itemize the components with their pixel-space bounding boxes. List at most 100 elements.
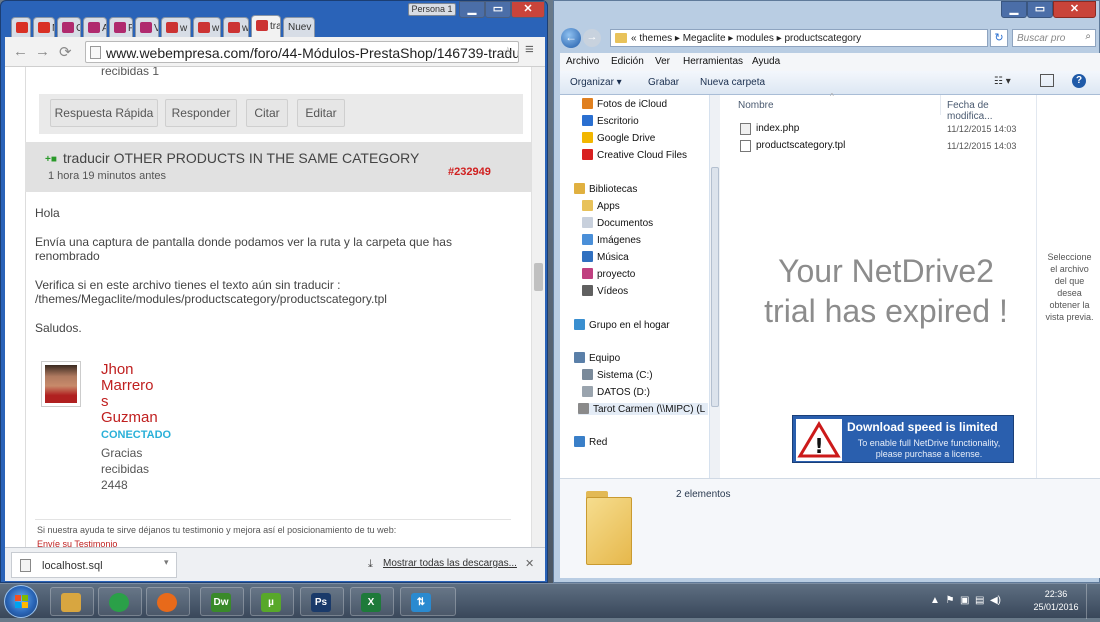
browser-tab[interactable]: M: [11, 17, 31, 37]
reply-button[interactable]: Responder: [165, 99, 237, 127]
view-options-icon[interactable]: ☷ ▾: [994, 76, 1011, 87]
author-name[interactable]: Jhon Marrero s Guzman: [101, 362, 158, 426]
browser-tab[interactable]: w A: [223, 17, 249, 37]
preview-pane-icon[interactable]: [1040, 74, 1054, 87]
browser-tab[interactable]: tra: [251, 15, 281, 37]
minimize-button[interactable]: ▁: [1001, 1, 1027, 18]
page-scrollbar[interactable]: [531, 67, 545, 547]
chevron-down-icon[interactable]: ▾: [164, 557, 169, 568]
nav-scrollbar[interactable]: [710, 95, 720, 478]
menu-item[interactable]: Edición: [611, 56, 644, 67]
scrollbar-thumb[interactable]: [534, 263, 543, 291]
preview-pane: Seleccione el archivo del que desea obtener …: [1036, 95, 1100, 478]
taskbar-button[interactable]: Dw: [200, 587, 244, 616]
nav-item[interactable]: Sistema (C:): [582, 369, 653, 381]
browser-tab[interactable]: A: [83, 17, 107, 37]
nav-item[interactable]: Creative Cloud Files: [582, 149, 687, 161]
nav-item-label: Fotos de iCloud: [597, 99, 668, 110]
nav-item[interactable]: Vídeos: [582, 285, 628, 297]
nav-item[interactable]: Red: [574, 436, 607, 448]
favicon-icon: [16, 22, 28, 33]
browser-tab[interactable]: M hi: [33, 17, 55, 37]
tab-label: Nuev: [288, 22, 312, 33]
address-bar[interactable]: « themes ▸ Megaclite ▸ modules ▸ product…: [610, 29, 988, 47]
netdrive-watermark: Your NetDrive2 trial has expired !: [764, 253, 1008, 329]
start-button[interactable]: [4, 585, 38, 618]
nav-item[interactable]: Música: [582, 251, 629, 263]
nav-item[interactable]: Google Drive: [582, 132, 655, 144]
burn-button[interactable]: Grabar: [648, 77, 679, 88]
taskbar-button[interactable]: µ: [250, 587, 294, 616]
file-row[interactable]: index.php 11/12/2015 14:03: [738, 121, 1036, 137]
nav-item[interactable]: Bibliotecas: [574, 183, 637, 195]
nav-item[interactable]: Escritorio: [582, 115, 639, 127]
nav-item[interactable]: Documentos: [582, 217, 653, 229]
details-pane: 2 elementos: [560, 478, 1100, 578]
browser-tab[interactable]: w R: [193, 17, 221, 37]
nav-item[interactable]: Tarot Carmen (\\MIPC) (L: [578, 403, 708, 415]
back-icon[interactable]: ←: [561, 28, 581, 48]
folder-icon: [586, 491, 636, 569]
menu-item[interactable]: Herramientas: [683, 56, 743, 67]
back-icon[interactable]: ←: [13, 43, 28, 60]
nav-item[interactable]: proyecto: [582, 268, 635, 280]
menu-item[interactable]: Ayuda: [752, 56, 780, 67]
quote-button[interactable]: Citar: [246, 99, 288, 127]
taskbar-button[interactable]: Ps: [300, 587, 344, 616]
download-item[interactable]: localhost.sql ▾: [11, 552, 177, 578]
nav-item[interactable]: Apps: [582, 200, 620, 212]
testimonial-link[interactable]: Envíe su Testimonio: [37, 539, 127, 547]
browser-tab[interactable]: w V: [161, 17, 191, 37]
close-downloads-icon[interactable]: ✕: [525, 557, 534, 570]
nav-item[interactable]: Imágenes: [582, 234, 641, 246]
item-count: 2 elementos: [676, 489, 731, 500]
new-folder-button[interactable]: Nueva carpeta: [700, 77, 765, 88]
star-icon[interactable]: ☆: [502, 44, 514, 60]
reload-icon[interactable]: ⟳: [59, 43, 72, 61]
taskbar-button[interactable]: [146, 587, 190, 616]
help-icon[interactable]: ?: [1072, 74, 1086, 88]
taskbar-button[interactable]: [98, 587, 142, 616]
system-tray[interactable]: ▲ ⚑ ▣ ▤ ◀): [930, 595, 1001, 606]
avatar[interactable]: [41, 361, 81, 407]
nav-item-icon: [582, 268, 593, 279]
show-all-downloads-link[interactable]: Mostrar todas las descargas...: [383, 558, 517, 569]
taskbar-button[interactable]: ⇅: [400, 587, 456, 616]
explorer-window: ▁ ▭ ✕ ← → « themes ▸ Megaclite ▸ modules…: [553, 0, 1100, 583]
column-header-date[interactable]: Fecha de modifica...: [947, 100, 1036, 122]
sort-up-icon: ^: [830, 92, 834, 101]
file-row[interactable]: productscategory.tpl 11/12/2015 14:03: [738, 138, 1036, 154]
clock[interactable]: 22:36 25/01/2016: [1030, 588, 1082, 614]
forward-icon[interactable]: →: [583, 29, 601, 47]
taskbar-button[interactable]: [50, 587, 94, 616]
tab-label: tra: [270, 21, 281, 32]
nav-item-label: Apps: [597, 201, 620, 212]
address-bar[interactable]: www.webempresa.com/foro/44-Módulos-Prest…: [85, 41, 519, 63]
maximize-button[interactable]: ▭: [1027, 1, 1053, 18]
browser-tab[interactable]: P: [109, 17, 133, 37]
nav-item-icon: [582, 217, 593, 228]
menu-item[interactable]: Archivo: [566, 56, 599, 67]
quick-reply-button[interactable]: Respuesta Rápida: [50, 99, 158, 127]
menu-icon[interactable]: ≡: [525, 41, 534, 58]
new-tab[interactable]: Nuev: [283, 17, 315, 37]
nav-item[interactable]: Grupo en el hogar: [574, 319, 670, 331]
scrollbar-thumb[interactable]: [711, 167, 719, 407]
organize-button[interactable]: Organizar ▾: [570, 77, 622, 88]
taskbar-button[interactable]: X: [350, 587, 394, 616]
nav-item[interactable]: Equipo: [574, 352, 620, 364]
show-desktop-button[interactable]: [1086, 584, 1100, 619]
refresh-icon[interactable]: ↻: [990, 29, 1008, 47]
nav-item[interactable]: DATOS (D:): [582, 386, 650, 398]
forward-icon[interactable]: →: [35, 43, 50, 60]
post-id-link[interactable]: #232949: [448, 166, 491, 178]
edit-button[interactable]: Editar: [297, 99, 345, 127]
browser-tab[interactable]: G: [57, 17, 81, 37]
column-header-name[interactable]: Nombre: [738, 100, 774, 111]
browser-tab[interactable]: V: [135, 17, 159, 37]
close-button[interactable]: ✕: [1053, 1, 1096, 18]
netdrive-banner[interactable]: ! Download speed is limited To enable fu…: [792, 415, 1014, 463]
search-input[interactable]: Buscar pro ⌕: [1012, 29, 1096, 47]
menu-item[interactable]: Ver: [655, 56, 670, 67]
nav-item[interactable]: Fotos de iCloud: [582, 98, 667, 110]
